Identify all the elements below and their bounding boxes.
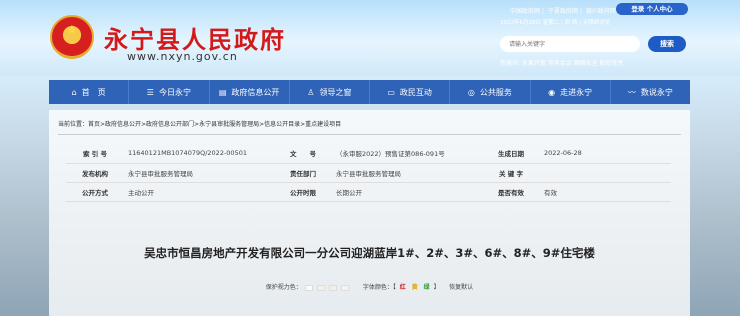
restore-default-link[interactable]: 恢复默认 (449, 284, 473, 291)
nav-label: 今日永宁 (158, 87, 191, 97)
login-button[interactable]: 登录 个人中心 (616, 3, 688, 15)
nav-item-leaders[interactable]: ♙ 领导之窗 (290, 80, 370, 104)
font-color-red[interactable]: 红 (400, 284, 406, 291)
nav-item-today[interactable]: ☰ 今日永宁 (129, 80, 210, 104)
keyword-value (540, 163, 671, 183)
nav-item-interaction[interactable]: ▭ 政民互动 (370, 80, 451, 104)
table-row: 公开方式 主动公开 公开时限 长期公开 是否有效 有效 (66, 182, 671, 202)
date-label: 生成日期 (482, 144, 540, 164)
top-link[interactable]: 中国政府网 (510, 8, 540, 15)
chart-icon: 〰 (627, 87, 636, 97)
font-color-yellow[interactable]: 黄 (412, 284, 418, 291)
nav-item-gov-info[interactable]: ▤ 政府信息公开 (210, 80, 290, 104)
publisher-label: 发布机构 (66, 163, 124, 183)
national-emblem-icon: ★ (50, 15, 94, 59)
table-row: 索 引 号 11640121MB1074079Q/2022-00501 文 号 … (66, 144, 671, 164)
valid-value: 有效 (540, 182, 671, 202)
publisher-value: 永宁县审批服务管理局 (124, 163, 274, 183)
article-title: 吴忠市恒昌房地产开发有限公司一分公司迎湖蓝岸1#、2#、3#、6#、8#、9#住… (144, 246, 595, 260)
index-no-value: 11640121MB1074079Q/2022-00501 (124, 144, 274, 164)
top-links: 中国政府网 | 宁夏政府网 | 银川政府网 (510, 8, 616, 15)
nav-label: 公共服务 (479, 87, 512, 97)
top-link[interactable]: 银川政府网 (586, 8, 616, 15)
document-icon: ▤ (218, 87, 227, 97)
nav-item-data[interactable]: 〰数说永宁 (611, 80, 690, 104)
person-icon: ♙ (307, 87, 315, 97)
table-row: 发布机构 永宁县审批服务管理局 责任部门 永宁县审批服务管理局 关 键 字 (66, 163, 671, 183)
method-value: 主动公开 (124, 182, 274, 202)
top-link[interactable]: 宁夏政府网 (548, 8, 578, 15)
date-line: 2022年6月28日 星期二 | 阴 晴 | 无障碍浏览 (500, 20, 611, 26)
nav-label: 领导之窗 (319, 87, 352, 97)
home-icon: ⌂ (71, 87, 77, 97)
dept-value: 永宁县审批服务管理局 (332, 163, 482, 183)
nav-label: 政民互动 (399, 87, 432, 97)
location-icon: ◉ (548, 87, 556, 97)
doc-no-value: （永审服2022）预售证第086-091号 (332, 144, 482, 164)
breadcrumb[interactable]: 当前位置：首页>政府信息公开>政府信息公开部门>永宁县审批服务管理局>信息公开目… (58, 119, 341, 128)
eye-color-label: 保护视力色： (265, 284, 302, 291)
compass-icon: ◎ (467, 87, 475, 97)
eye-color-swatch[interactable] (304, 284, 313, 291)
main-nav: ⌂ 首 页 ☰ 今日永宁 ▤ 政府信息公开 ♙ 领导之窗 ▭ 政民互动 ◎ 公共服务 ◉ 走进… (49, 80, 690, 104)
chat-icon: ▭ (387, 87, 395, 97)
font-color-green[interactable]: 绿 (424, 284, 430, 291)
nav-label: 走进永宁 (560, 87, 593, 97)
keyword-label: 关 键 字 (482, 163, 540, 183)
font-color-label: 字体颜色：【 (362, 284, 396, 291)
site-url: www.nxyn.gov.cn (127, 50, 238, 63)
dept-label: 责任部门 (274, 163, 332, 183)
period-value: 长期公开 (332, 182, 482, 202)
date-value: 2022-06-28 (540, 144, 671, 164)
nav-item-home[interactable]: ⌂ 首 页 (49, 80, 130, 104)
nav-item-about[interactable]: ◉ 走进永宁 (531, 80, 611, 104)
content-panel: 当前位置：首页>政府信息公开>政府信息公开部门>永宁县审批服务管理局>信息公开目… (49, 110, 690, 316)
method-label: 公开方式 (66, 182, 124, 202)
site-header: ★ 永宁县人民政府 www.nxyn.gov.cn 中国政府网 | 宁夏政府网 | … (0, 0, 740, 76)
valid-label: 是否有效 (482, 182, 540, 202)
search-input[interactable] (500, 36, 640, 52)
display-options: 保护视力色： 字体颜色：【 红 黄 绿 】 恢复默认 (49, 282, 690, 291)
eye-color-swatch[interactable] (340, 284, 349, 291)
nav-item-services[interactable]: ◎ 公共服务 (450, 80, 531, 104)
font-color-end: 】 (433, 284, 440, 291)
doc-no-label: 文 号 (274, 144, 332, 164)
search-button[interactable]: 搜索 (648, 36, 686, 52)
eye-color-swatch[interactable] (316, 284, 325, 291)
metadata-table: 索 引 号 11640121MB1074079Q/2022-00501 文 号 … (66, 144, 671, 202)
eye-color-swatch[interactable] (328, 284, 337, 291)
index-no-label: 索 引 号 (66, 144, 124, 164)
period-label: 公开时限 (274, 182, 332, 202)
list-icon: ☰ (146, 87, 154, 97)
nav-label: 首 页 (81, 87, 106, 97)
hot-words[interactable]: 热搜词: 水果开放 常务会议 网络安全 职权任免 (500, 58, 624, 67)
nav-label: 数说永宁 (640, 87, 673, 97)
divider (58, 134, 681, 135)
nav-label: 政府信息公开 (231, 87, 280, 97)
